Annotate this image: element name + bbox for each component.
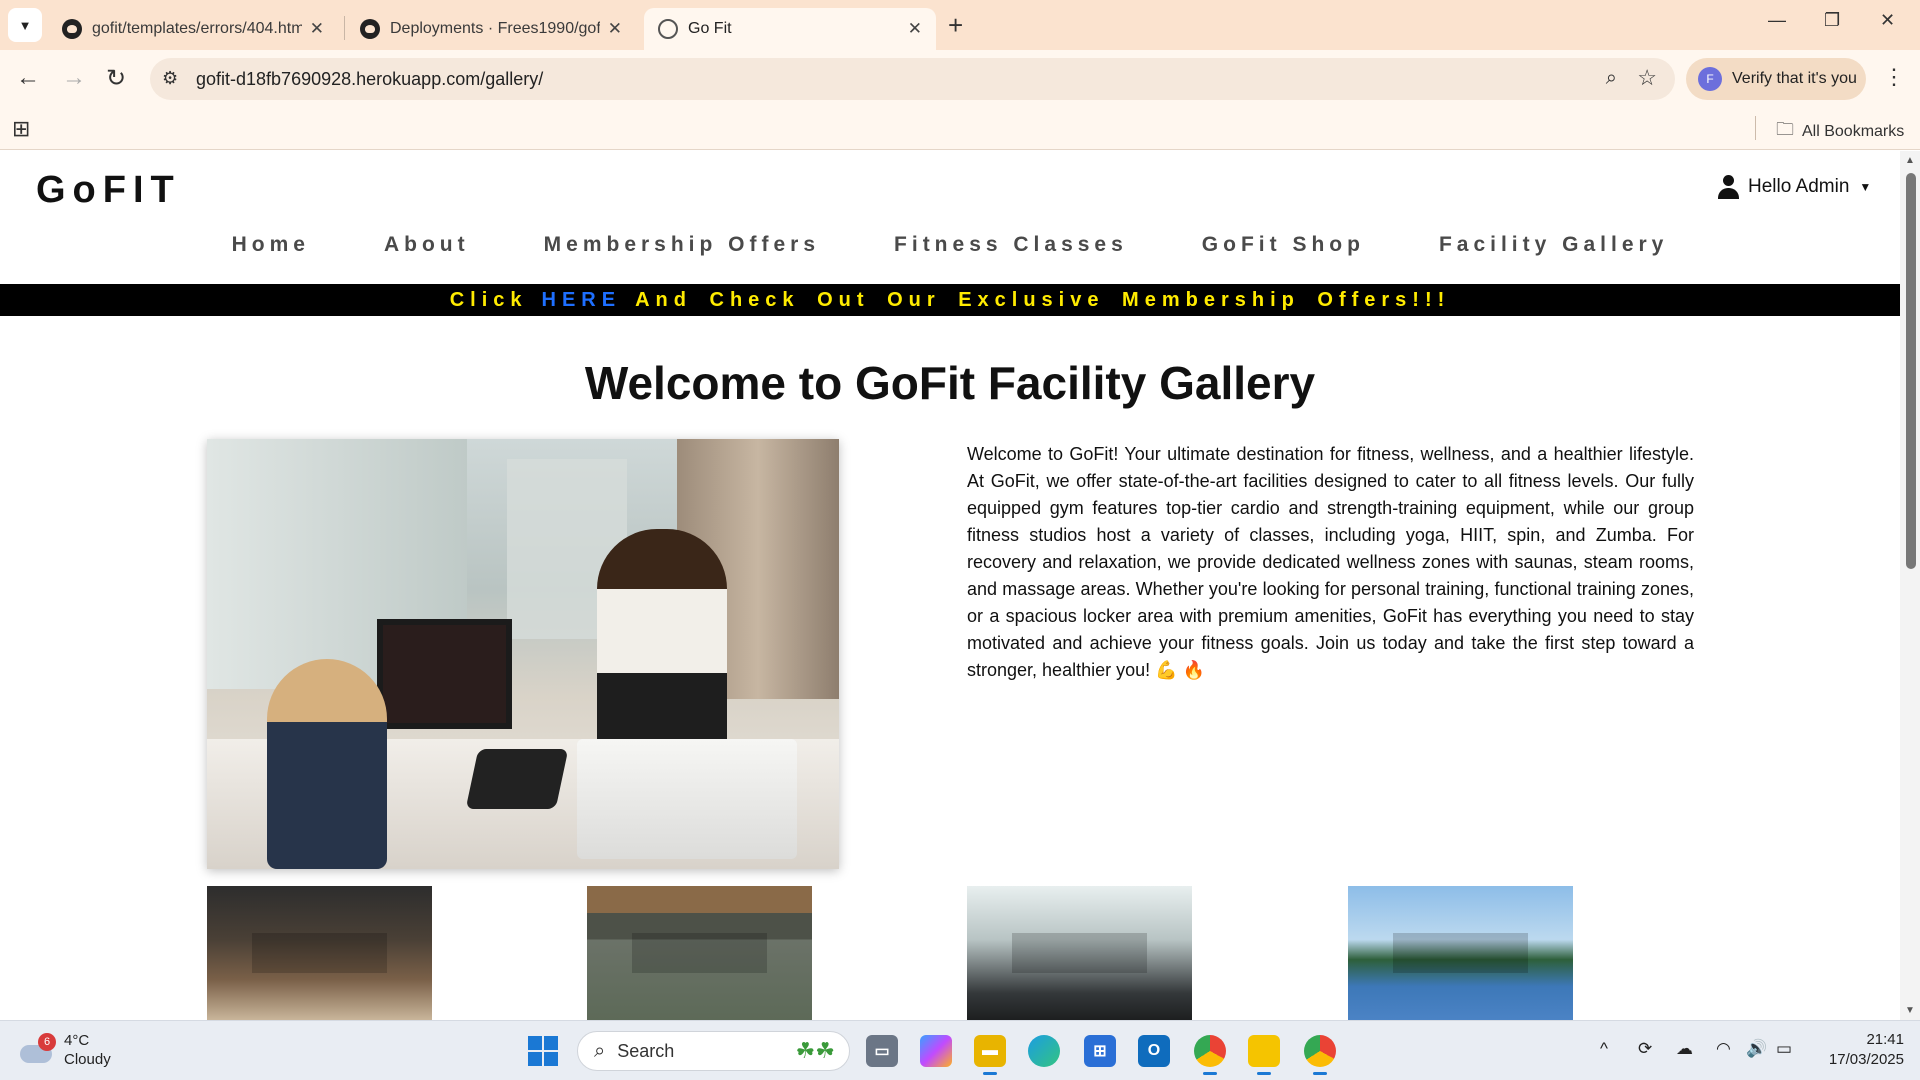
edge-icon[interactable] <box>1028 1035 1060 1067</box>
restore-icon[interactable]: ❐ <box>1824 10 1840 31</box>
chrome-icon[interactable] <box>1194 1035 1226 1075</box>
tab-divider <box>344 16 345 40</box>
tab-title: Deployments · Frees1990/gofit <box>390 20 600 37</box>
nav-home[interactable]: Home <box>232 233 310 257</box>
sync-icon[interactable]: ⟳ <box>1638 1039 1652 1059</box>
address-bar[interactable]: ⚙ gofit-d18fb7690928.herokuapp.com/galle… <box>150 58 1675 100</box>
user-icon <box>1718 175 1739 199</box>
volume-icon[interactable]: 🔊 <box>1746 1039 1767 1059</box>
clover-icon: ☘☘ <box>795 1038 835 1063</box>
reload-icon[interactable]: ↻ <box>106 64 126 93</box>
promo-link[interactable]: HERE <box>542 289 622 312</box>
weather-temp: 4°C <box>64 1032 90 1049</box>
sticky-notes-icon[interactable] <box>1248 1035 1280 1075</box>
back-arrow-icon[interactable]: ← <box>16 64 40 92</box>
scroll-up-icon[interactable]: ▲ <box>1905 155 1915 166</box>
tab-deployments[interactable]: Deployments · Frees1990/gofit ✕ <box>346 8 636 50</box>
battery-icon[interactable]: ▭ <box>1776 1039 1792 1059</box>
user-dropdown[interactable]: Hello Admin ▼ <box>1718 175 1871 199</box>
chrome-profile-icon[interactable] <box>1304 1035 1336 1075</box>
browser-toolbar: ← → ↻ ⚙ gofit-d18fb7690928.herokuapp.com… <box>0 50 1920 108</box>
onedrive-icon[interactable]: ☁ <box>1676 1039 1693 1059</box>
gallery-photo-courts[interactable] <box>1348 886 1573 1020</box>
scroll-down-icon[interactable]: ▼ <box>1905 1005 1915 1016</box>
bookmarks-divider <box>1755 116 1756 140</box>
page-scrollbar[interactable]: ▲ ▼ <box>1900 151 1920 1020</box>
gallery-photo-studio[interactable] <box>587 886 812 1020</box>
wifi-icon[interactable]: ◠ <box>1716 1039 1731 1059</box>
chevron-down-icon: ▼ <box>18 17 32 33</box>
nav-gofit-shop[interactable]: GoFit Shop <box>1202 233 1365 257</box>
url-text[interactable]: gofit-d18fb7690928.herokuapp.com/gallery… <box>196 69 543 90</box>
github-icon <box>360 19 380 39</box>
new-tab-plus-icon[interactable]: + <box>948 10 963 41</box>
file-explorer-icon[interactable]: ▬ <box>974 1035 1006 1075</box>
intro-paragraph: Welcome to GoFit! Your ultimate destinat… <box>967 444 1694 680</box>
forward-arrow-icon[interactable]: → <box>62 64 86 92</box>
close-icon[interactable]: ✕ <box>908 19 922 39</box>
clock-time: 21:41 <box>1866 1031 1904 1048</box>
browser-tabstrip: ▼ gofit/templates/errors/404.html ✕ Depl… <box>0 0 1920 50</box>
promo-text-after: And Check Out Our Exclusive Membership O… <box>635 288 1451 311</box>
task-view-icon[interactable]: ▭ <box>866 1035 898 1067</box>
windows-taskbar: 6 4°C Cloudy ⌕ Search ☘☘ ▭ ▬ ⊞ O ^ ⟳ ☁ ◠… <box>0 1020 1920 1080</box>
gallery-photo-treadmills[interactable] <box>967 886 1192 1020</box>
minimize-icon[interactable]: — <box>1768 10 1786 31</box>
search-label: Search <box>617 1040 675 1061</box>
outlook-icon[interactable]: O <box>1138 1035 1170 1067</box>
bookmark-star-icon[interactable]: ☆ <box>1637 65 1657 91</box>
page-title: Welcome to GoFit Facility Gallery <box>584 357 1316 409</box>
caret-down-icon: ▼ <box>1859 180 1872 194</box>
tab-search-button[interactable]: ▼ <box>8 8 42 42</box>
cloud-icon: 6 <box>20 1033 56 1063</box>
folder-icon: 🗀 <box>1776 119 1794 139</box>
taskbar-search[interactable]: ⌕ Search ☘☘ <box>577 1031 850 1071</box>
globe-icon <box>658 19 678 39</box>
windows-start-icon[interactable] <box>528 1036 558 1066</box>
profile-avatar: F <box>1698 67 1722 91</box>
store-icon[interactable]: ⊞ <box>1084 1035 1116 1067</box>
web-page: GoFIT Hello Admin ▼ Home About Membershi… <box>0 151 1900 1020</box>
github-icon <box>62 19 82 39</box>
weather-widget[interactable]: 6 4°C Cloudy <box>20 1031 111 1069</box>
reception-photo <box>207 439 839 869</box>
promo-text-before: Click <box>449 288 528 311</box>
all-bookmarks-label: All Bookmarks <box>1802 123 1905 140</box>
chevron-up-icon[interactable]: ^ <box>1600 1039 1608 1059</box>
nav-about[interactable]: About <box>384 233 470 257</box>
nav-facility-gallery[interactable]: Facility Gallery <box>1439 233 1668 257</box>
promo-banner: Click HERE And Check Out Our Exclusive M… <box>0 284 1900 316</box>
tab-go-fit[interactable]: Go Fit ✕ <box>644 8 936 50</box>
bookmarks-bar: ⊞ 🗀 All Bookmarks <box>0 108 1920 150</box>
user-greeting: Hello Admin <box>1748 176 1850 197</box>
clock-date: 17/03/2025 <box>1828 1051 1904 1068</box>
gallery-photo-cafe[interactable] <box>207 886 432 1020</box>
close-icon[interactable]: ✕ <box>608 19 622 39</box>
window-close-icon[interactable]: ✕ <box>1880 10 1895 31</box>
scroll-thumb[interactable] <box>1906 173 1916 569</box>
profile-verify-button[interactable]: F Verify that it's you <box>1686 58 1866 100</box>
tab-title: gofit/templates/errors/404.html <box>92 20 302 37</box>
browser-menu-icon[interactable]: ⋮ <box>1883 64 1905 90</box>
all-bookmarks-button[interactable]: 🗀 All Bookmarks <box>1776 117 1904 147</box>
main-navigation: Home About Membership Offers Fitness Cla… <box>0 233 1900 257</box>
taskbar-clock[interactable]: 21:41 17/03/2025 <box>1818 1030 1904 1070</box>
nav-membership-offers[interactable]: Membership Offers <box>544 233 820 257</box>
apps-grid-icon[interactable]: ⊞ <box>12 116 30 142</box>
close-icon[interactable]: ✕ <box>310 19 324 39</box>
site-info-icon[interactable]: ⚙ <box>162 68 178 89</box>
weather-desc: Cloudy <box>64 1051 111 1068</box>
site-logo[interactable]: GoFIT <box>36 169 181 212</box>
tab-404-template[interactable]: gofit/templates/errors/404.html ✕ <box>48 8 338 50</box>
nav-fitness-classes[interactable]: Fitness Classes <box>894 233 1128 257</box>
zoom-icon[interactable]: ⌕ <box>1606 67 1617 90</box>
copilot-icon[interactable] <box>920 1035 952 1067</box>
weather-badge: 6 <box>38 1033 56 1051</box>
search-icon: ⌕ <box>594 1039 606 1062</box>
tab-title: Go Fit <box>688 20 732 37</box>
verify-label: Verify that it's you <box>1732 70 1857 87</box>
